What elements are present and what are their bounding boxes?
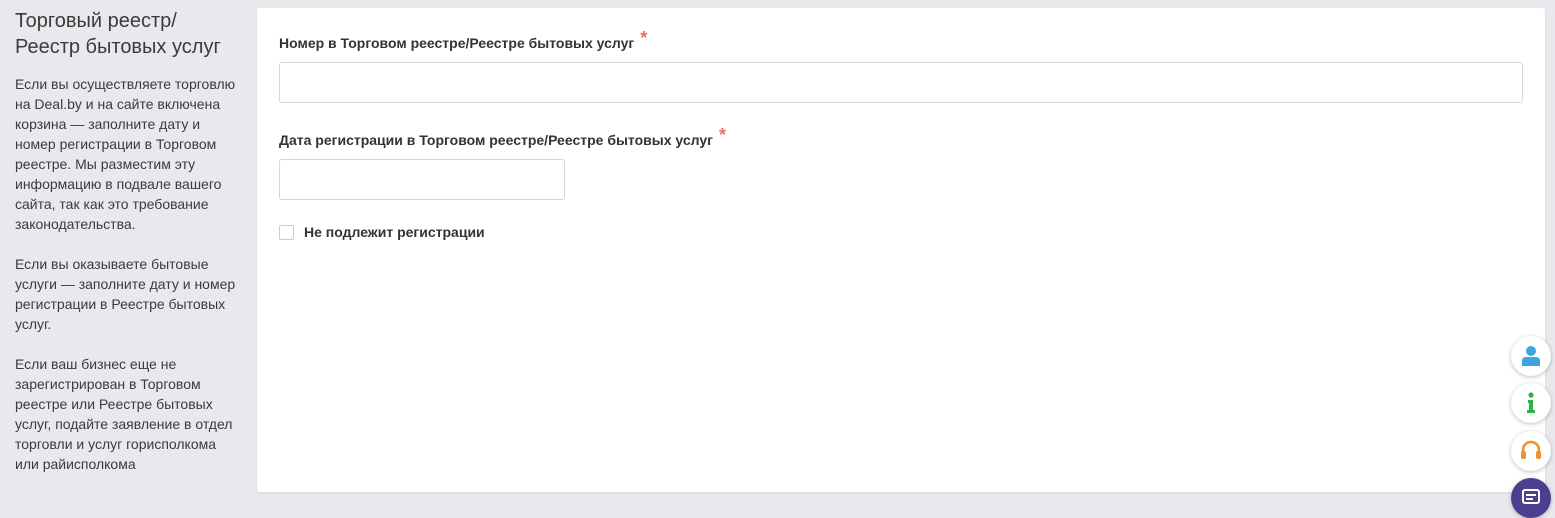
registration-date-label-text: Дата регистрации в Торговом реестре/Реес… [279, 132, 713, 148]
sidebar-paragraph-services: Если вы оказываете бытовые услуги — запо… [15, 256, 236, 332]
registry-number-label: Номер в Торговом реестре/Реестре бытовых… [279, 28, 647, 53]
sidebar-paragraph-apply: Если ваш бизнес еще не зарегистрирован в… [15, 356, 233, 472]
not-subject-row[interactable]: Не подлежит регистрации [279, 224, 485, 240]
registration-date-label: Дата регистрации в Торговом реестре/Реес… [279, 125, 726, 150]
registry-number-label-text: Номер в Торговом реестре/Реестре бытовых… [279, 35, 635, 51]
manager-button[interactable] [1511, 336, 1551, 376]
sidebar-paragraph-trade: Если вы осуществляете торговлю на Deal.b… [15, 76, 236, 232]
chat-icon [1522, 489, 1540, 504]
user-icon [1522, 346, 1540, 366]
required-mark: * [718, 125, 726, 145]
sidebar: Торговый реестр/ Реестр бытовых услуг Ес… [15, 8, 240, 494]
chat-button[interactable] [1511, 478, 1551, 518]
registry-form-card: Номер в Торговом реестре/Реестре бытовых… [257, 8, 1545, 492]
sidebar-title: Торговый реестр/ Реестр бытовых услуг [15, 10, 221, 58]
required-mark: * [640, 28, 648, 48]
info-icon [1527, 392, 1535, 413]
headset-icon [1521, 440, 1541, 459]
registry-number-input[interactable] [279, 62, 1523, 103]
not-subject-label[interactable]: Не подлежит регистрации [304, 224, 485, 240]
not-subject-checkbox[interactable] [279, 224, 294, 240]
support-button[interactable] [1511, 431, 1551, 471]
info-button[interactable] [1511, 383, 1551, 423]
registration-date-input[interactable] [279, 159, 565, 200]
